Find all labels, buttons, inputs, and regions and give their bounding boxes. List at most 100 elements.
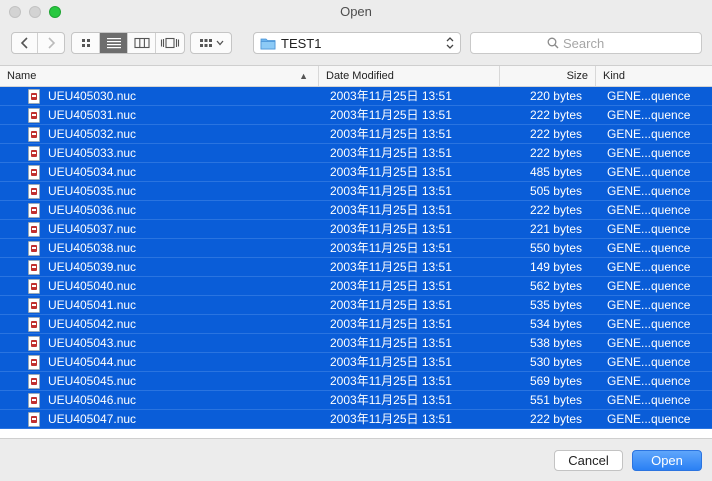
column-view-button[interactable]: [128, 33, 156, 53]
folder-location-popup[interactable]: TEST1: [253, 32, 461, 54]
table-row[interactable]: UEU405035.nuc 2003年11月25日 13:51 505 bytes G…: [0, 182, 712, 201]
file-size: 569 bytes: [529, 374, 582, 388]
file-size: 551 bytes: [529, 393, 582, 407]
table-row[interactable]: UEU405037.nuc 2003年11月25日 13:51 221 bytes G…: [0, 220, 712, 239]
file-name: UEU405040.nuc: [48, 279, 137, 293]
file-date: 2003年11月25日 13:51: [330, 355, 452, 369]
table-row[interactable]: UEU405039.nuc 2003年11月25日 13:51 149 bytes G…: [0, 258, 712, 277]
table-row[interactable]: UEU405038.nuc 2003年11月25日 13:51 550 bytes G…: [0, 239, 712, 258]
chevron-left-icon: [20, 37, 28, 49]
sequence-file-icon: [28, 278, 40, 294]
table-row[interactable]: UEU405046.nuc 2003年11月25日 13:51 551 bytes G…: [0, 391, 712, 410]
table-row[interactable]: UEU405031.nuc 2003年11月25日 13:51 222 bytes G…: [0, 106, 712, 125]
file-size: 534 bytes: [529, 317, 582, 331]
file-kind: GENE...quence: [607, 203, 691, 217]
arrange-menu-button[interactable]: [190, 32, 232, 54]
column-view-icon: [133, 37, 150, 49]
file-name-cell: UEU405045.nuc: [0, 372, 319, 390]
file-kind: GENE...quence: [607, 412, 691, 426]
cancel-button[interactable]: Cancel: [554, 450, 623, 471]
forward-button[interactable]: [38, 33, 64, 53]
file-date: 2003年11月25日 13:51: [330, 298, 452, 312]
file-date: 2003年11月25日 13:51: [330, 374, 452, 388]
search-field[interactable]: [470, 32, 702, 54]
table-row[interactable]: UEU405034.nuc 2003年11月25日 13:51 485 bytes G…: [0, 163, 712, 182]
file-name-cell: UEU405035.nuc: [0, 182, 319, 200]
minimize-window-button[interactable]: [29, 6, 41, 18]
file-name: UEU405046.nuc: [48, 393, 137, 407]
file-name: UEU405033.nuc: [48, 146, 137, 160]
table-row[interactable]: UEU405042.nuc 2003年11月25日 13:51 534 bytes G…: [0, 315, 712, 334]
file-size: 222 bytes: [529, 412, 582, 426]
arrange-grid-icon: [199, 39, 212, 47]
file-kind: GENE...quence: [607, 127, 691, 141]
cover-flow-view-button[interactable]: [156, 33, 184, 53]
file-name-cell: UEU405033.nuc: [0, 144, 319, 162]
file-name-cell: UEU405044.nuc: [0, 353, 319, 371]
chevron-down-icon: [216, 40, 223, 46]
file-list[interactable]: Name ▲ Date Modified Size Kind UEU405030…: [0, 65, 712, 439]
sequence-file-icon: [28, 107, 40, 123]
file-date: 2003年11月25日 13:51: [330, 108, 452, 122]
icon-view-button[interactable]: [72, 33, 100, 53]
file-name: UEU405042.nuc: [48, 317, 137, 331]
list-view-button[interactable]: [100, 33, 128, 53]
table-row[interactable]: UEU405040.nuc 2003年11月25日 13:51 562 bytes G…: [0, 277, 712, 296]
file-name: UEU405030.nuc: [48, 89, 137, 103]
icon-view-icon: [81, 39, 90, 47]
file-name-cell: UEU405037.nuc: [0, 220, 319, 238]
column-header-date-label: Date Modified: [326, 70, 394, 82]
file-name-cell: UEU405036.nuc: [0, 201, 319, 219]
file-name: UEU405036.nuc: [48, 203, 137, 217]
table-row[interactable]: UEU405030.nuc 2003年11月25日 13:51 220 bytes G…: [0, 87, 712, 106]
file-name-cell: UEU405038.nuc: [0, 239, 319, 257]
back-button[interactable]: [12, 33, 38, 53]
table-row[interactable]: UEU405032.nuc 2003年11月25日 13:51 222 bytes G…: [0, 125, 712, 144]
column-header-name-label: Name: [7, 70, 37, 82]
open-button[interactable]: Open: [632, 450, 702, 471]
sort-ascending-icon: ▲: [299, 71, 308, 81]
zoom-window-button[interactable]: [49, 6, 61, 18]
file-name-cell: UEU405047.nuc: [0, 410, 319, 428]
view-switcher: [71, 32, 185, 54]
table-row[interactable]: UEU405033.nuc 2003年11月25日 13:51 222 bytes G…: [0, 144, 712, 163]
table-row[interactable]: UEU405047.nuc 2003年11月25日 13:51 222 bytes G…: [0, 410, 712, 429]
column-header-date-modified[interactable]: Date Modified: [319, 66, 500, 86]
close-window-button[interactable]: [9, 6, 21, 18]
file-kind: GENE...quence: [607, 89, 691, 103]
window-title: Open: [340, 4, 372, 19]
file-kind: GENE...quence: [607, 336, 691, 350]
file-kind: GENE...quence: [607, 184, 691, 198]
cover-flow-view-icon: [160, 37, 180, 49]
column-header-size-label: Size: [566, 70, 588, 82]
file-name-cell: UEU405040.nuc: [0, 277, 319, 295]
file-size: 221 bytes: [529, 222, 582, 236]
file-date: 2003年11月25日 13:51: [330, 260, 452, 274]
file-name: UEU405044.nuc: [48, 355, 137, 369]
file-kind: GENE...quence: [607, 108, 691, 122]
sequence-file-icon: [28, 316, 40, 332]
sequence-file-icon: [28, 259, 40, 275]
search-input[interactable]: [563, 35, 625, 51]
file-kind: GENE...quence: [607, 355, 691, 369]
table-row[interactable]: UEU405041.nuc 2003年11月25日 13:51 535 bytes G…: [0, 296, 712, 315]
column-header-kind-label: Kind: [603, 70, 626, 82]
file-name-cell: UEU405031.nuc: [0, 106, 319, 124]
file-name-cell: UEU405030.nuc: [0, 87, 319, 105]
sequence-file-icon: [28, 373, 40, 389]
column-header-name[interactable]: Name ▲: [0, 66, 319, 86]
file-name-cell: UEU405042.nuc: [0, 315, 319, 333]
table-row[interactable]: UEU405045.nuc 2003年11月25日 13:51 569 bytes G…: [0, 372, 712, 391]
column-header-kind[interactable]: Kind: [596, 66, 712, 86]
table-row[interactable]: UEU405044.nuc 2003年11月25日 13:51 530 bytes G…: [0, 353, 712, 372]
table-row[interactable]: UEU405043.nuc 2003年11月25日 13:51 538 bytes G…: [0, 334, 712, 353]
sequence-file-icon: [28, 221, 40, 237]
file-rows: UEU405030.nuc 2003年11月25日 13:51 220 bytes G…: [0, 87, 712, 429]
column-header-size[interactable]: Size: [500, 66, 596, 86]
file-date: 2003年11月25日 13:51: [330, 279, 452, 293]
file-date: 2003年11月25日 13:51: [330, 222, 452, 236]
sequence-file-icon: [28, 354, 40, 370]
file-size: 222 bytes: [529, 127, 582, 141]
file-date: 2003年11月25日 13:51: [330, 165, 452, 179]
table-row[interactable]: UEU405036.nuc 2003年11月25日 13:51 222 bytes G…: [0, 201, 712, 220]
